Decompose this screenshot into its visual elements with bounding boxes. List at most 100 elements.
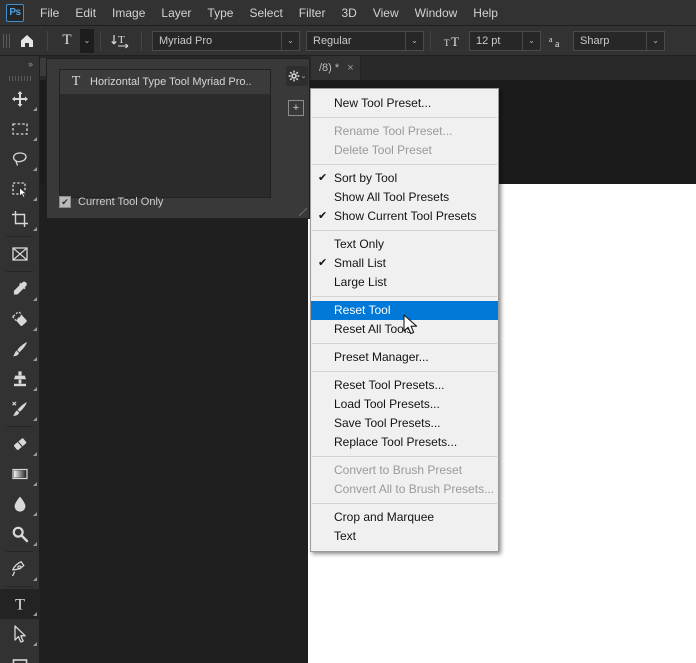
list-item[interactable]: T Horizontal Type Tool Myriad Pro.. xyxy=(60,70,270,94)
tool-flyout-indicator[interactable] xyxy=(33,542,37,546)
menubar-item-view[interactable]: View xyxy=(365,2,407,24)
crop-tool[interactable] xyxy=(0,204,40,234)
current-tool-only-label: Current Tool Only xyxy=(78,196,164,208)
tool-presets-list[interactable]: T Horizontal Type Tool Myriad Pro.. xyxy=(59,69,271,198)
menu-item-show-all-tool-presets[interactable]: Show All Tool Presets xyxy=(311,188,498,207)
check-icon: ✔ xyxy=(318,210,328,222)
chevron-down-icon[interactable]: ⌄ xyxy=(522,31,540,50)
menu-item-crop-and-marquee[interactable]: Crop and Marquee xyxy=(311,508,498,527)
font-size-select[interactable]: 12 pt ⌄ xyxy=(469,30,541,51)
tool-flyout-indicator[interactable] xyxy=(33,227,37,231)
menu-item-large-list[interactable]: Large List xyxy=(311,273,498,292)
chevron-down-icon[interactable]: ⌄ xyxy=(646,31,664,50)
object-selection-tool[interactable] xyxy=(0,174,40,204)
tool-flyout-indicator[interactable] xyxy=(33,612,37,616)
menubar-item-edit[interactable]: Edit xyxy=(67,2,104,24)
tool-flyout-indicator[interactable] xyxy=(33,452,37,456)
menu-item-label: Replace Tool Presets... xyxy=(334,435,458,449)
panel-resize-handle[interactable] xyxy=(299,208,307,216)
tool-flyout-indicator[interactable] xyxy=(33,107,37,111)
close-icon[interactable]: × xyxy=(347,62,353,74)
options-divider-2 xyxy=(100,30,101,51)
menu-item-label: Sort by Tool xyxy=(334,171,398,185)
menu-item-text[interactable]: Text xyxy=(311,527,498,546)
menu-item-text-only[interactable]: Text Only xyxy=(311,235,498,254)
menubar-item-select[interactable]: Select xyxy=(241,2,290,24)
chevron-down-icon[interactable]: ⌄ xyxy=(80,28,94,53)
toolbar-grip[interactable] xyxy=(0,72,39,84)
tool-flyout-indicator[interactable] xyxy=(33,327,37,331)
brush-tool[interactable] xyxy=(0,334,40,364)
font-family-select[interactable]: Myriad Pro ⌄ xyxy=(152,30,300,51)
menu-item-load-tool-presets[interactable]: Load Tool Presets... xyxy=(311,395,498,414)
home-icon[interactable] xyxy=(13,28,41,54)
menu-item-label: Text xyxy=(334,529,357,543)
anti-aliasing-select[interactable]: Sharp ⌄ xyxy=(573,30,665,51)
menubar-item-type[interactable]: Type xyxy=(199,2,241,24)
eraser-tool[interactable] xyxy=(0,429,40,459)
current-tool-only-checkbox[interactable]: ✔ xyxy=(59,196,71,208)
new-tool-preset-button[interactable]: + xyxy=(288,100,304,116)
menubar-item-3d[interactable]: 3D xyxy=(333,2,364,24)
rectangular-marquee-tool[interactable] xyxy=(0,114,40,144)
font-family-value: Myriad Pro xyxy=(159,34,213,47)
lasso-tool[interactable] xyxy=(0,144,40,174)
tool-flyout-indicator[interactable] xyxy=(33,197,37,201)
tool-flyout-indicator[interactable] xyxy=(33,482,37,486)
svg-text:T: T xyxy=(451,34,459,49)
menu-item-new-tool-preset[interactable]: New Tool Preset... xyxy=(311,94,498,113)
tool-flyout-indicator[interactable] xyxy=(33,167,37,171)
menu-item-preset-manager[interactable]: Preset Manager... xyxy=(311,348,498,367)
tool-preset-picker[interactable]: T ⌄ xyxy=(54,27,94,54)
eyedropper-tool[interactable] xyxy=(0,274,40,304)
tool-flyout-indicator[interactable] xyxy=(33,417,37,421)
menu-item-reset-all-tools[interactable]: Reset All Tools xyxy=(311,320,498,339)
menu-item-replace-tool-presets[interactable]: Replace Tool Presets... xyxy=(311,433,498,452)
document-tab[interactable]: /8) * × xyxy=(311,56,361,80)
blur-tool[interactable] xyxy=(0,489,40,519)
rectangle-tool[interactable] xyxy=(0,649,40,663)
tool-flyout-indicator[interactable] xyxy=(33,512,37,516)
menu-item-label: Convert to Brush Preset xyxy=(334,463,463,477)
menubar-item-file[interactable]: File xyxy=(32,2,67,24)
horizontal-type-tool[interactable]: T xyxy=(0,589,40,619)
chevron-down-icon[interactable]: ⌄ xyxy=(405,31,423,50)
tool-flyout-indicator[interactable] xyxy=(33,357,37,361)
menu-item-reset-tool[interactable]: Reset Tool xyxy=(311,301,498,320)
menubar-item-window[interactable]: Window xyxy=(407,2,466,24)
menu-item-rename-tool-preset: Rename Tool Preset... xyxy=(311,122,498,141)
menu-item-show-current-tool-presets[interactable]: ✔ Show Current Tool Presets xyxy=(311,207,498,226)
clone-stamp-tool[interactable] xyxy=(0,364,40,394)
menu-item-small-list[interactable]: ✔ Small List xyxy=(311,254,498,273)
options-bar-grip[interactable] xyxy=(2,31,10,50)
tool-flyout-indicator[interactable] xyxy=(33,387,37,391)
font-style-select[interactable]: Regular ⌄ xyxy=(306,30,424,51)
menu-item-label: Convert All to Brush Presets... xyxy=(334,482,495,496)
spot-healing-brush-tool[interactable] xyxy=(0,304,40,334)
menu-item-label: Show All Tool Presets xyxy=(334,190,450,204)
dodge-tool[interactable] xyxy=(0,519,40,549)
toggle-text-orientation-icon[interactable]: T xyxy=(107,29,135,53)
menu-item-reset-tool-presets[interactable]: Reset Tool Presets... xyxy=(311,376,498,395)
frame-tool[interactable] xyxy=(0,239,40,269)
tool-flyout-indicator[interactable] xyxy=(33,297,37,301)
path-selection-tool[interactable] xyxy=(0,619,40,649)
collapse-toolbar-button[interactable]: » xyxy=(0,56,39,72)
svg-text:a: a xyxy=(549,35,553,44)
menubar-item-image[interactable]: Image xyxy=(104,2,153,24)
move-tool[interactable] xyxy=(0,84,40,114)
current-tool-only-row[interactable]: ✔ Current Tool Only xyxy=(59,196,163,208)
gradient-tool[interactable] xyxy=(0,459,40,489)
chevron-down-icon[interactable]: ⌄ xyxy=(281,31,299,50)
menubar-item-layer[interactable]: Layer xyxy=(153,2,199,24)
menu-item-save-tool-presets[interactable]: Save Tool Presets... xyxy=(311,414,498,433)
menubar-item-filter[interactable]: Filter xyxy=(291,2,334,24)
pen-tool[interactable] xyxy=(0,554,40,584)
tool-flyout-indicator[interactable] xyxy=(33,577,37,581)
history-brush-tool[interactable] xyxy=(0,394,40,424)
menu-item-sort-by-tool[interactable]: ✔ Sort by Tool xyxy=(311,169,498,188)
menubar-item-help[interactable]: Help xyxy=(465,2,506,24)
tool-flyout-indicator[interactable] xyxy=(33,642,37,646)
tool-flyout-indicator[interactable] xyxy=(33,137,37,141)
panel-menu-button[interactable]: ⌄ xyxy=(286,66,308,86)
